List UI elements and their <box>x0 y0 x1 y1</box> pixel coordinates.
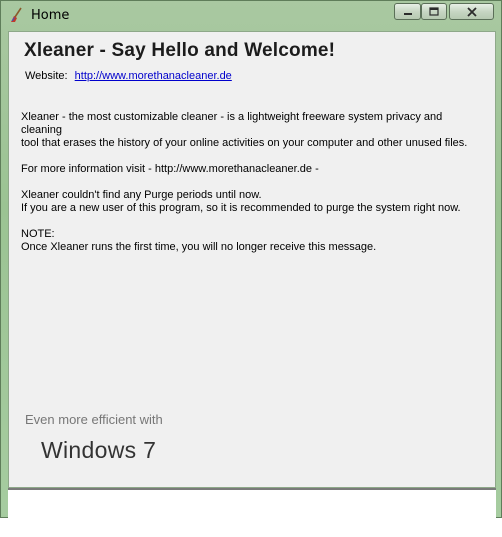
text-line: If you are a new user of this program, s… <box>21 202 461 214</box>
promo-subtitle: Even more efficient with <box>25 412 163 427</box>
window-title: Home <box>31 8 70 23</box>
welcome-text: Xleaner - the most customizable cleaner … <box>21 111 483 267</box>
text-line: tool that erases the history of your onl… <box>21 137 468 149</box>
website-label: Website: <box>25 70 68 82</box>
close-button[interactable] <box>449 3 494 20</box>
status-area <box>8 488 496 519</box>
minimize-button[interactable] <box>394 3 421 20</box>
minimize-icon <box>403 12 412 15</box>
text-line: Xleaner couldn't find any Purge periods … <box>21 189 262 201</box>
website-row: Website: http://www.morethanacleaner.de <box>25 70 232 82</box>
welcome-panel: Xleaner - Say Hello and Welcome! Website… <box>8 31 496 488</box>
app-window: Home Xleaner - Say Hello and Welcome! We… <box>0 0 502 519</box>
close-icon <box>466 6 477 17</box>
promo-title: Windows 7 <box>41 437 157 463</box>
text-line: For more information visit - http://www.… <box>21 163 319 175</box>
paragraph-more-info: For more information visit - http://www.… <box>21 163 483 176</box>
text-line: NOTE: <box>21 228 55 240</box>
text-line: Once Xleaner runs the first time, you wi… <box>21 241 377 253</box>
text-line: Xleaner - the most customizable cleaner … <box>21 111 443 136</box>
paragraph-description: Xleaner - the most customizable cleaner … <box>21 111 483 150</box>
maximize-icon <box>429 7 439 16</box>
title-bar[interactable]: Home <box>1 1 501 30</box>
broom-app-icon <box>11 7 22 22</box>
website-link[interactable]: http://www.morethanacleaner.de <box>75 70 232 82</box>
paragraph-note: NOTE: Once Xleaner runs the first time, … <box>21 228 483 254</box>
page-title: Xleaner - Say Hello and Welcome! <box>24 40 336 61</box>
paragraph-purge-status: Xleaner couldn't find any Purge periods … <box>21 189 483 215</box>
maximize-button[interactable] <box>421 3 447 20</box>
